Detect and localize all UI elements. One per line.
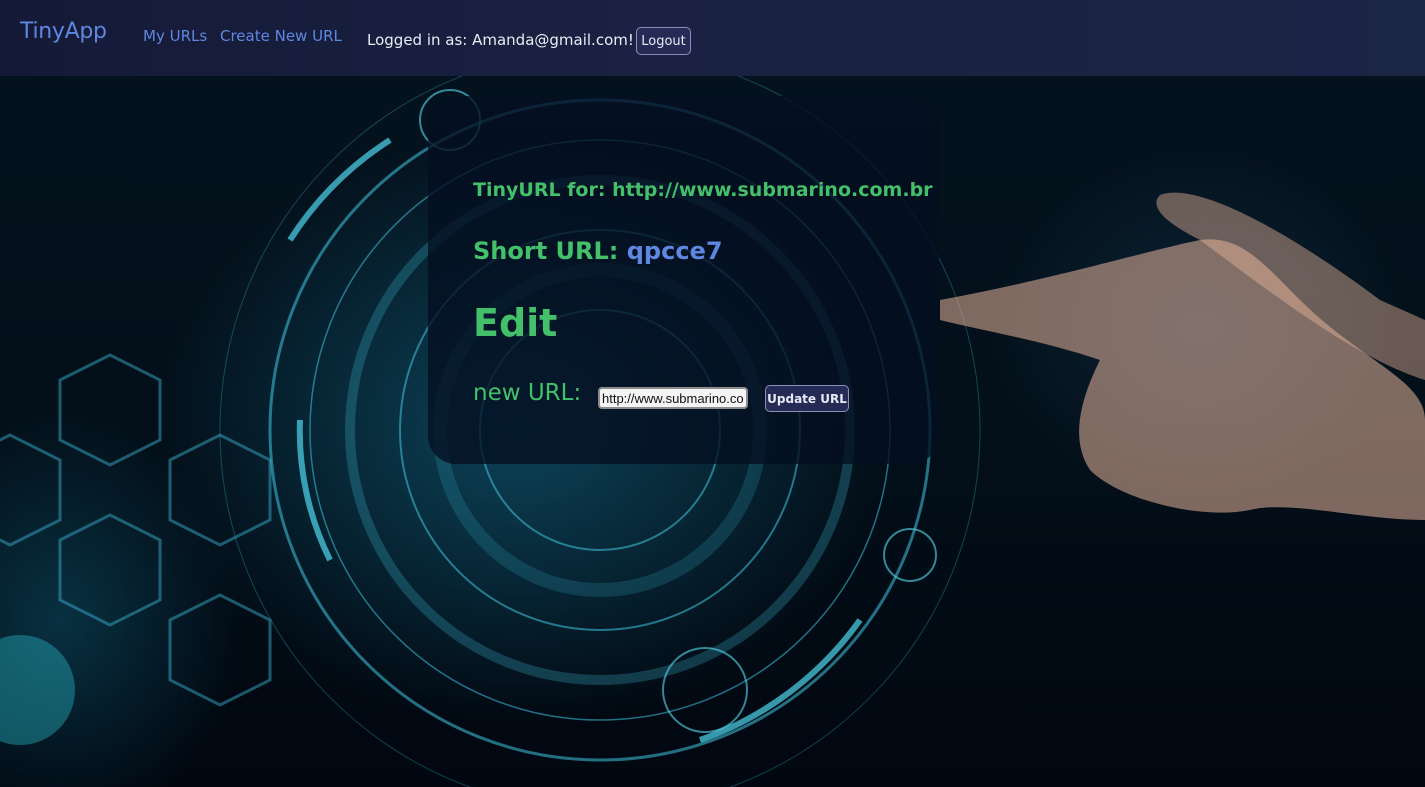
new-url-input[interactable] (598, 387, 748, 409)
navbar: TinyApp My URLs Create New URL Logged in… (0, 0, 1425, 76)
url-detail-card: TinyURL for: http://www.submarino.com.br… (428, 96, 939, 464)
logged-in-status: Logged in as: Amanda@gmail.com! (367, 31, 634, 49)
edit-heading: Edit (473, 301, 558, 345)
brand-logo-link[interactable]: TinyApp (20, 19, 107, 44)
short-url-heading: Short URL: qpcce7 (473, 237, 723, 265)
new-url-label: new URL: (473, 380, 582, 406)
short-url-label: Short URL: (473, 237, 627, 265)
tinyurl-for-heading: TinyURL for: http://www.submarino.com.br (473, 179, 933, 201)
short-url-link[interactable]: qpcce7 (627, 237, 723, 265)
my-urls-link[interactable]: My URLs (143, 27, 207, 45)
create-new-url-link[interactable]: Create New URL (220, 27, 342, 45)
update-url-button[interactable]: Update URL (765, 385, 849, 412)
logout-button[interactable]: Logout (636, 27, 691, 55)
